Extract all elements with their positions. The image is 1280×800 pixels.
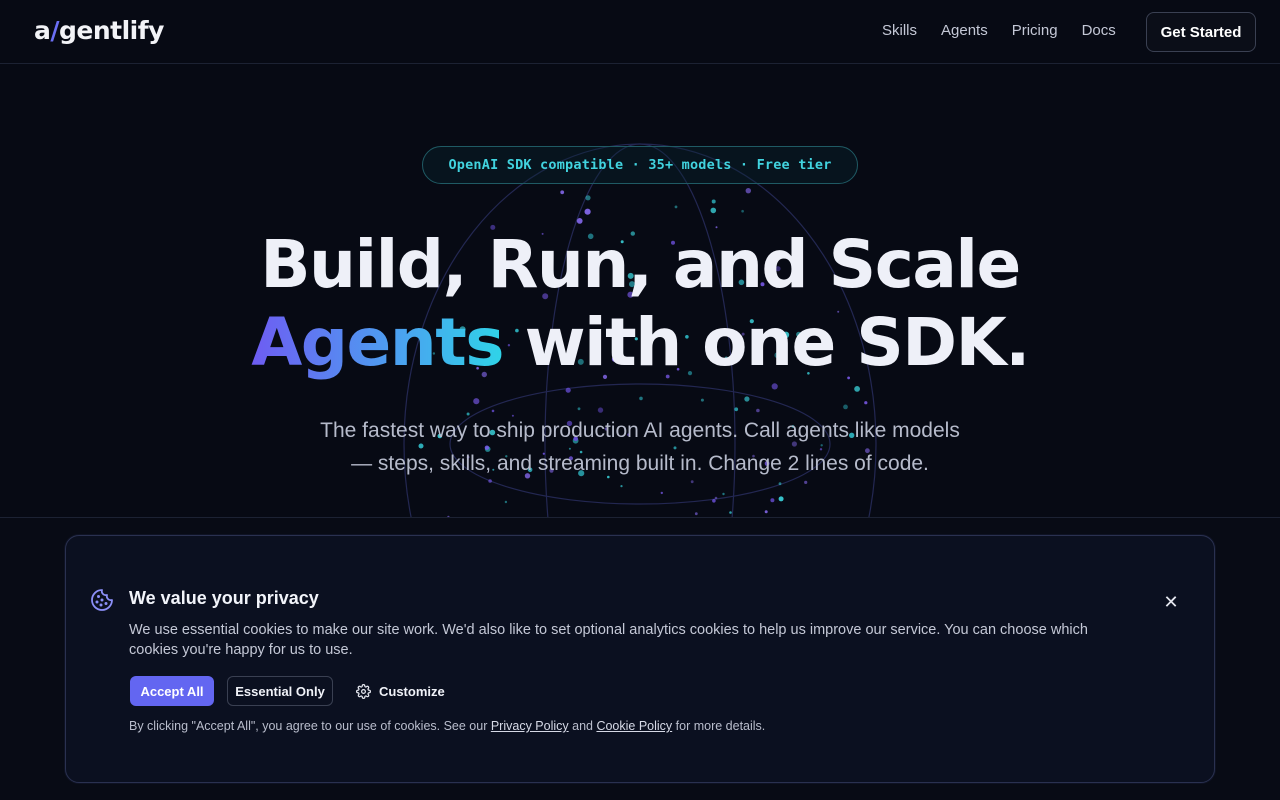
particle-dot <box>504 500 508 504</box>
privacy-policy-link[interactable]: Privacy Policy <box>491 719 569 733</box>
particle-dot <box>674 205 678 209</box>
particle-dot <box>722 492 725 496</box>
accept-all-button[interactable]: Accept All <box>130 676 214 706</box>
footer-prefix: By clicking "Accept All", you agree to o… <box>129 719 491 733</box>
particle-dot <box>694 512 698 516</box>
logo-rest: gentlify <box>59 16 164 45</box>
close-icon[interactable]: ✕ <box>1160 592 1182 614</box>
cookie-footer-note: By clicking "Accept All", you agree to o… <box>129 719 1129 733</box>
particle-dot <box>734 407 739 412</box>
particle-dot <box>565 387 571 393</box>
get-started-button[interactable]: Get Started <box>1146 12 1256 52</box>
particle-dot <box>744 396 750 402</box>
particle-dot <box>597 407 604 413</box>
nav-link-skills[interactable]: Skills <box>882 22 917 39</box>
particle-dot <box>639 396 643 401</box>
customize-button[interactable]: Customize <box>350 676 451 706</box>
particle-dot <box>729 511 732 514</box>
particle-dot <box>584 208 591 215</box>
particle-dot <box>712 499 716 503</box>
particle-dot <box>700 398 704 402</box>
cookie-icon <box>91 589 113 611</box>
nav-link-agents[interactable]: Agents <box>941 22 988 39</box>
particle-dot <box>843 404 848 410</box>
particle-dot <box>585 195 591 201</box>
nav-links: Skills Agents Pricing Docs <box>882 22 1116 39</box>
particle-dot <box>741 209 744 213</box>
headline-line-2: Agents with one SDK. <box>0 304 1280 381</box>
particle-dot <box>560 190 565 195</box>
essential-only-button[interactable]: Essential Only <box>227 676 333 706</box>
headline-highlight: Agents <box>251 304 504 381</box>
footer-suffix: for more details. <box>672 719 766 733</box>
cookie-description: We use essential cookies to make our sit… <box>129 622 1088 658</box>
particle-dot <box>690 480 694 484</box>
feature-badge: OpenAI SDK compatible · 35+ models · Fre… <box>422 146 858 184</box>
particle-dot <box>864 401 868 405</box>
hero-section: OpenAI SDK compatible · 35+ models · Fre… <box>0 64 1280 517</box>
particle-dot <box>778 482 782 486</box>
cookie-consent-banner: We value your privacy ✕ We use essential… <box>65 535 1215 783</box>
particle-dot <box>804 480 808 484</box>
top-navbar: a/gentlify Skills Agents Pricing Docs Ge… <box>0 0 1280 64</box>
particle-dot <box>710 207 717 214</box>
hero-subtitle: The fastest way to ship production AI ag… <box>320 419 960 475</box>
logo-a: a <box>34 16 51 45</box>
headline-line-1: Build, Run, and Scale <box>260 226 1021 303</box>
gear-icon <box>356 683 371 699</box>
particle-dot <box>491 409 495 413</box>
particle-dot <box>620 485 623 488</box>
cookie-policy-link[interactable]: Cookie Policy <box>596 719 672 733</box>
nav-link-pricing[interactable]: Pricing <box>1012 22 1058 39</box>
cookie-title: We value your privacy <box>129 588 319 608</box>
logo-slash: / <box>50 16 60 45</box>
particle-dot <box>854 386 860 392</box>
customize-label: Customize <box>379 683 445 699</box>
particle-dot <box>577 407 581 411</box>
particle-dot <box>745 188 751 194</box>
particle-dot <box>764 510 768 514</box>
particle-dot <box>576 218 583 224</box>
logo[interactable]: a/gentlify <box>34 16 164 45</box>
nav-link-docs[interactable]: Docs <box>1082 22 1116 39</box>
particle-dot <box>756 408 760 413</box>
footer-and: and <box>568 719 597 733</box>
particle-dot <box>473 398 480 405</box>
headline-line-2-rest: with one SDK. <box>503 304 1031 381</box>
particle-dot <box>770 498 775 503</box>
particle-dot <box>771 383 778 390</box>
particle-dot <box>711 199 716 204</box>
particle-dot <box>778 496 784 502</box>
particle-dot <box>714 496 718 500</box>
particle-dot <box>660 491 663 495</box>
